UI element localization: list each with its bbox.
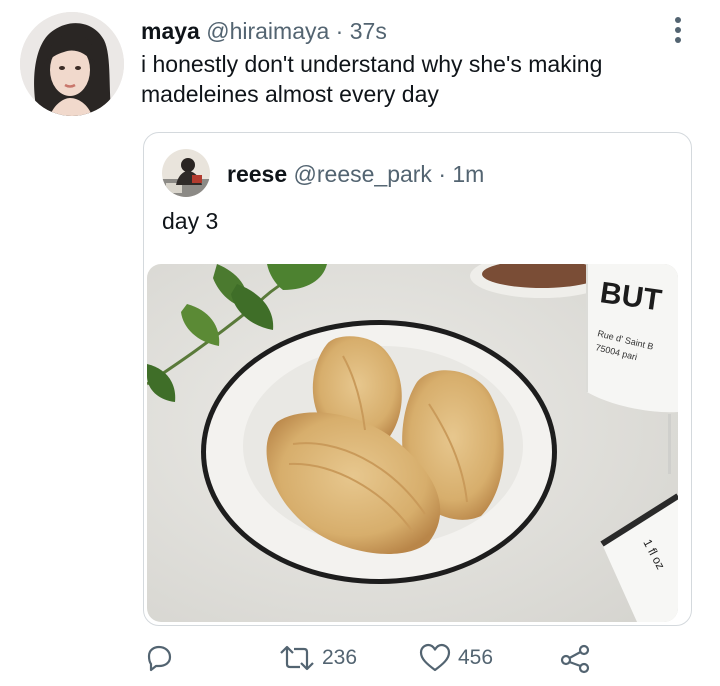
like-count: 456 [458, 646, 494, 669]
quoted-tweet-image[interactable]: BUT Rue d' Saint B 75004 pari 1 fl oz [147, 264, 678, 622]
tweet-header: maya @hiraimaya · 37s [141, 16, 387, 46]
more-options-button[interactable] [664, 14, 692, 46]
tweet-text: i honestly don't understand why she's ma… [141, 51, 603, 107]
author-avatar[interactable] [20, 12, 124, 116]
like-button[interactable]: 456 [418, 640, 493, 676]
retweet-count: 236 [322, 646, 358, 669]
quoted-separator-dot: · [438, 161, 446, 187]
separator-dot: · [335, 18, 344, 44]
reply-button[interactable] [143, 640, 175, 676]
author-name[interactable]: maya [141, 18, 200, 44]
quoted-tweet-time[interactable]: 1m [452, 161, 484, 187]
more-vertical-icon [675, 17, 681, 43]
tweet-time[interactable]: 37s [350, 18, 387, 44]
share-icon [560, 644, 590, 674]
reply-icon [147, 645, 172, 672]
quoted-author-avatar[interactable] [162, 149, 210, 197]
madeleines-photo: BUT Rue d' Saint B 75004 pari 1 fl oz [147, 264, 678, 622]
quoted-avatar-photo [162, 149, 210, 197]
share-button[interactable] [559, 640, 591, 676]
author-handle[interactable]: @hiraimaya [206, 18, 329, 44]
quoted-author-name[interactable]: reese [227, 161, 287, 187]
heart-icon [419, 643, 451, 672]
quoted-author-handle[interactable]: @reese_park [294, 161, 432, 187]
avatar-photo [20, 12, 124, 116]
quoted-tweet-text: day 3 [162, 208, 219, 234]
retweet-button[interactable]: 236 [278, 640, 357, 676]
quoted-tweet-header: reese @reese_park · 1m [227, 159, 484, 189]
retweet-icon [280, 645, 314, 671]
